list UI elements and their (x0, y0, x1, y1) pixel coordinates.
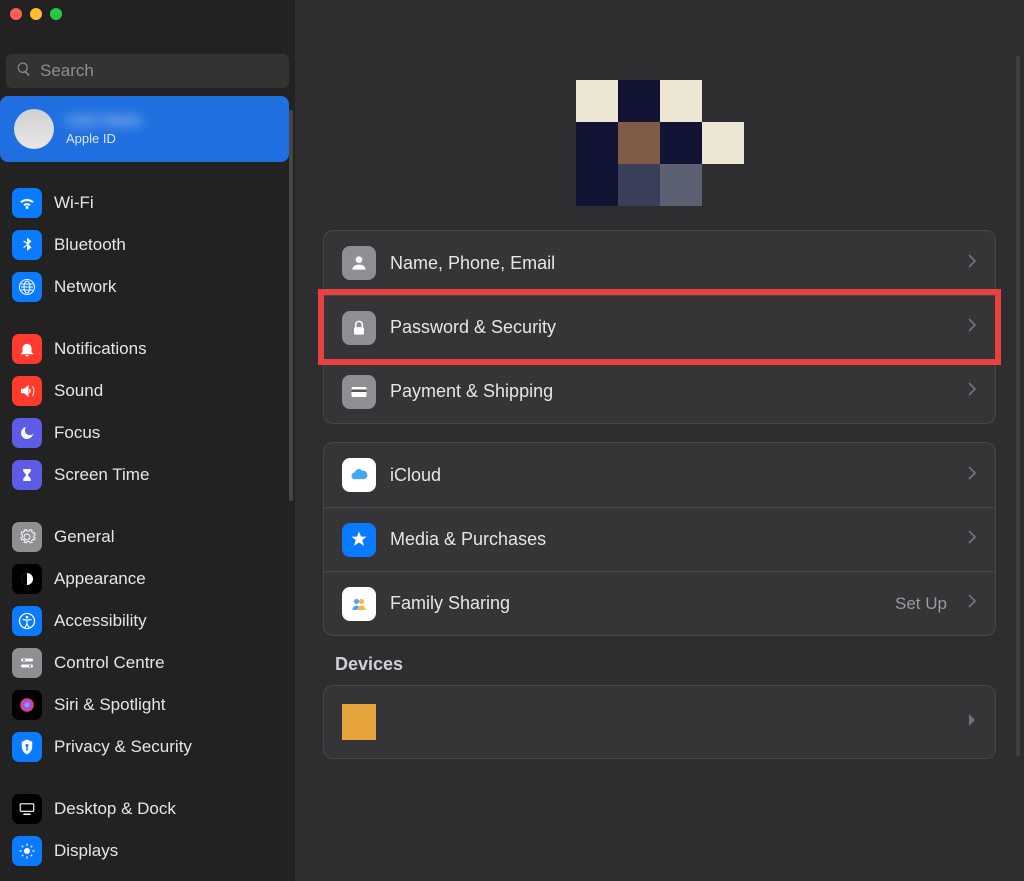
chevron-right-icon (967, 382, 977, 401)
screentime-icon (12, 460, 42, 490)
chevron-right-icon (967, 530, 977, 549)
notifications-icon (12, 334, 42, 364)
name-icon (342, 246, 376, 280)
sidebar-item-wifi[interactable]: Wi-Fi (6, 182, 289, 224)
minimize-window-button[interactable] (30, 8, 42, 20)
sidebar-item-bluetooth[interactable]: Bluetooth (6, 224, 289, 266)
displays-icon (12, 836, 42, 866)
row-password[interactable]: Password & Security (324, 295, 995, 359)
main-content: Name, Phone, Email Password & Security Pay… (295, 0, 1024, 881)
media-icon (342, 523, 376, 557)
chevron-right-icon (967, 254, 977, 273)
sidebar-item-label: Focus (54, 423, 100, 443)
settings-panel: Name, Phone, Email Password & Security Pay… (323, 230, 996, 424)
sidebar-item-sound[interactable]: Sound (6, 370, 289, 412)
sidebar-item-label: Sound (54, 381, 103, 401)
search-field[interactable] (6, 54, 289, 88)
sidebar-item-displays[interactable]: Displays (6, 830, 289, 872)
sidebar-item-desktop[interactable]: Desktop & Dock (6, 788, 289, 830)
row-label: Family Sharing (390, 593, 881, 614)
search-icon (16, 61, 32, 82)
sidebar-item-controlcentre[interactable]: Control Centre (6, 642, 289, 684)
zoom-window-button[interactable] (50, 8, 62, 20)
desktop-icon (12, 794, 42, 824)
chevron-right-icon (967, 466, 977, 485)
account-name: User Name (66, 112, 142, 129)
icloud-icon (342, 458, 376, 492)
row-name[interactable]: Name, Phone, Email (324, 231, 995, 295)
chevron-right-icon (967, 594, 977, 613)
siri-icon (12, 690, 42, 720)
row-payment[interactable]: Payment & Shipping (324, 359, 995, 423)
profile-picture[interactable] (576, 80, 744, 206)
chevron-right-icon (967, 318, 977, 337)
row-label: Name, Phone, Email (390, 253, 953, 274)
sidebar-item-label: Appearance (54, 569, 146, 589)
account-sub: Apple ID (66, 131, 142, 146)
sidebar-item-appleid[interactable]: User Name Apple ID (0, 96, 289, 162)
sidebar-item-appearance[interactable]: Appearance (6, 558, 289, 600)
sidebar-item-label: Screen Time (54, 465, 149, 485)
sidebar: User Name Apple ID Wi-Fi Bluetooth Network… (0, 0, 295, 881)
row-label: Media & Purchases (390, 529, 953, 550)
payment-icon (342, 375, 376, 409)
row-label: Payment & Shipping (390, 381, 953, 402)
controlcentre-icon (12, 648, 42, 678)
settings-panel: iCloud Media & Purchases Family Sharing Set… (323, 442, 996, 636)
password-icon (342, 311, 376, 345)
sidebar-item-focus[interactable]: Focus (6, 412, 289, 454)
wifi-icon (12, 188, 42, 218)
scrollbar[interactable] (1016, 56, 1020, 756)
privacy-icon (12, 732, 42, 762)
sidebar-item-label: Control Centre (54, 653, 165, 673)
devices-panel (323, 685, 996, 759)
sidebar-item-network[interactable]: Network (6, 266, 289, 308)
sidebar-item-label: Wi-Fi (54, 193, 94, 213)
sidebar-item-label: Privacy & Security (54, 737, 192, 757)
row-media[interactable]: Media & Purchases (324, 507, 995, 571)
sidebar-item-siri[interactable]: Siri & Spotlight (6, 684, 289, 726)
close-window-button[interactable] (10, 8, 22, 20)
device-icon (342, 704, 376, 740)
sidebar-item-accessibility[interactable]: Accessibility (6, 600, 289, 642)
row-label: iCloud (390, 465, 953, 486)
sidebar-item-label: General (54, 527, 114, 547)
general-icon (12, 522, 42, 552)
sidebar-item-label: Desktop & Dock (54, 799, 176, 819)
sidebar-item-label: Accessibility (54, 611, 147, 631)
row-family[interactable]: Family Sharing Set Up (324, 571, 995, 635)
sidebar-item-general[interactable]: General (6, 516, 289, 558)
sidebar-item-label: Siri & Spotlight (54, 695, 166, 715)
search-input[interactable] (40, 61, 279, 81)
devices-section-title: Devices (335, 654, 984, 675)
focus-icon (12, 418, 42, 448)
sidebar-item-label: Bluetooth (54, 235, 126, 255)
sidebar-item-notifications[interactable]: Notifications (6, 328, 289, 370)
sidebar-item-privacy[interactable]: Privacy & Security (6, 726, 289, 768)
chevron-right-icon (967, 713, 977, 732)
row-icloud[interactable]: iCloud (324, 443, 995, 507)
accessibility-icon (12, 606, 42, 636)
appearance-icon (12, 564, 42, 594)
row-meta: Set Up (895, 594, 947, 614)
family-icon (342, 587, 376, 621)
profile-picture-region (295, 0, 1024, 230)
bluetooth-icon (12, 230, 42, 260)
avatar (14, 109, 54, 149)
sidebar-item-label: Displays (54, 841, 118, 861)
row-label: Password & Security (390, 317, 953, 338)
sound-icon (12, 376, 42, 406)
sidebar-item-label: Notifications (54, 339, 147, 359)
sidebar-item-label: Network (54, 277, 116, 297)
device-row[interactable] (324, 686, 995, 758)
window-controls[interactable] (10, 8, 62, 20)
network-icon (12, 272, 42, 302)
sidebar-item-screentime[interactable]: Screen Time (6, 454, 289, 496)
